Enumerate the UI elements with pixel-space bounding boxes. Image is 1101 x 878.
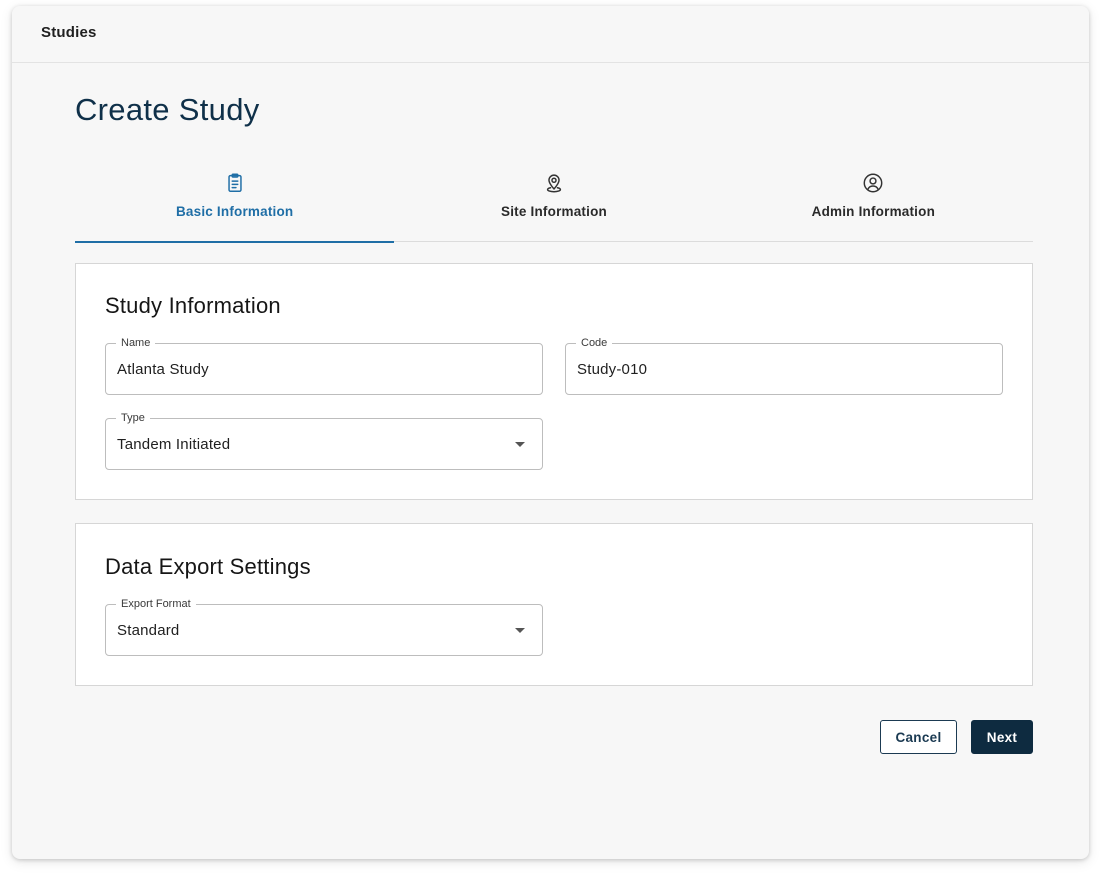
type-select-label: Type xyxy=(116,411,150,425)
page-title: Create Study xyxy=(75,92,260,127)
dropdown-arrow-icon xyxy=(515,628,525,633)
tab-label: Site Information xyxy=(501,204,607,219)
tab-admin-information[interactable]: Admin Information xyxy=(714,166,1033,242)
code-field[interactable]: Code Study-010 xyxy=(565,336,1003,395)
map-pin-icon xyxy=(546,174,562,193)
type-select-value: Tandem Initiated xyxy=(117,436,231,453)
data-export-settings-title: Data Export Settings xyxy=(105,554,311,579)
name-field-value: Atlanta Study xyxy=(117,361,209,378)
export-format-value: Standard xyxy=(117,622,180,639)
data-export-settings-card: Data Export Settings Export Format Stand… xyxy=(75,523,1033,686)
export-format-select[interactable]: Export Format Standard xyxy=(105,597,543,656)
code-field-label: Code xyxy=(576,336,613,350)
tab-site-information[interactable]: Site Information xyxy=(394,166,713,242)
type-select[interactable]: Type Tandem Initiated xyxy=(105,411,543,470)
top-bar: Studies xyxy=(12,6,1089,63)
app-title: Studies xyxy=(41,24,97,41)
tab-label: Basic Information xyxy=(175,204,294,219)
step-tabs: Basic Information Site Information Admin… xyxy=(75,166,1033,243)
tab-basic-information[interactable]: Basic Information xyxy=(75,166,395,243)
cancel-button[interactable]: Cancel xyxy=(880,720,957,754)
next-button[interactable]: Next xyxy=(971,720,1033,754)
export-format-label: Export Format xyxy=(116,597,196,611)
tab-label: Admin Information xyxy=(811,204,936,219)
dropdown-arrow-icon xyxy=(515,442,525,447)
study-information-card: Study Information Name Atlanta Study Cod… xyxy=(75,263,1033,500)
study-information-title: Study Information xyxy=(105,293,281,318)
clipboard-icon xyxy=(227,173,242,192)
name-field[interactable]: Name Atlanta Study xyxy=(105,336,543,395)
name-field-label: Name xyxy=(116,336,156,350)
app-window: Studies Create Study Basic Information S… xyxy=(12,6,1089,859)
user-circle-icon xyxy=(863,173,883,193)
code-field-value: Study-010 xyxy=(577,361,648,378)
